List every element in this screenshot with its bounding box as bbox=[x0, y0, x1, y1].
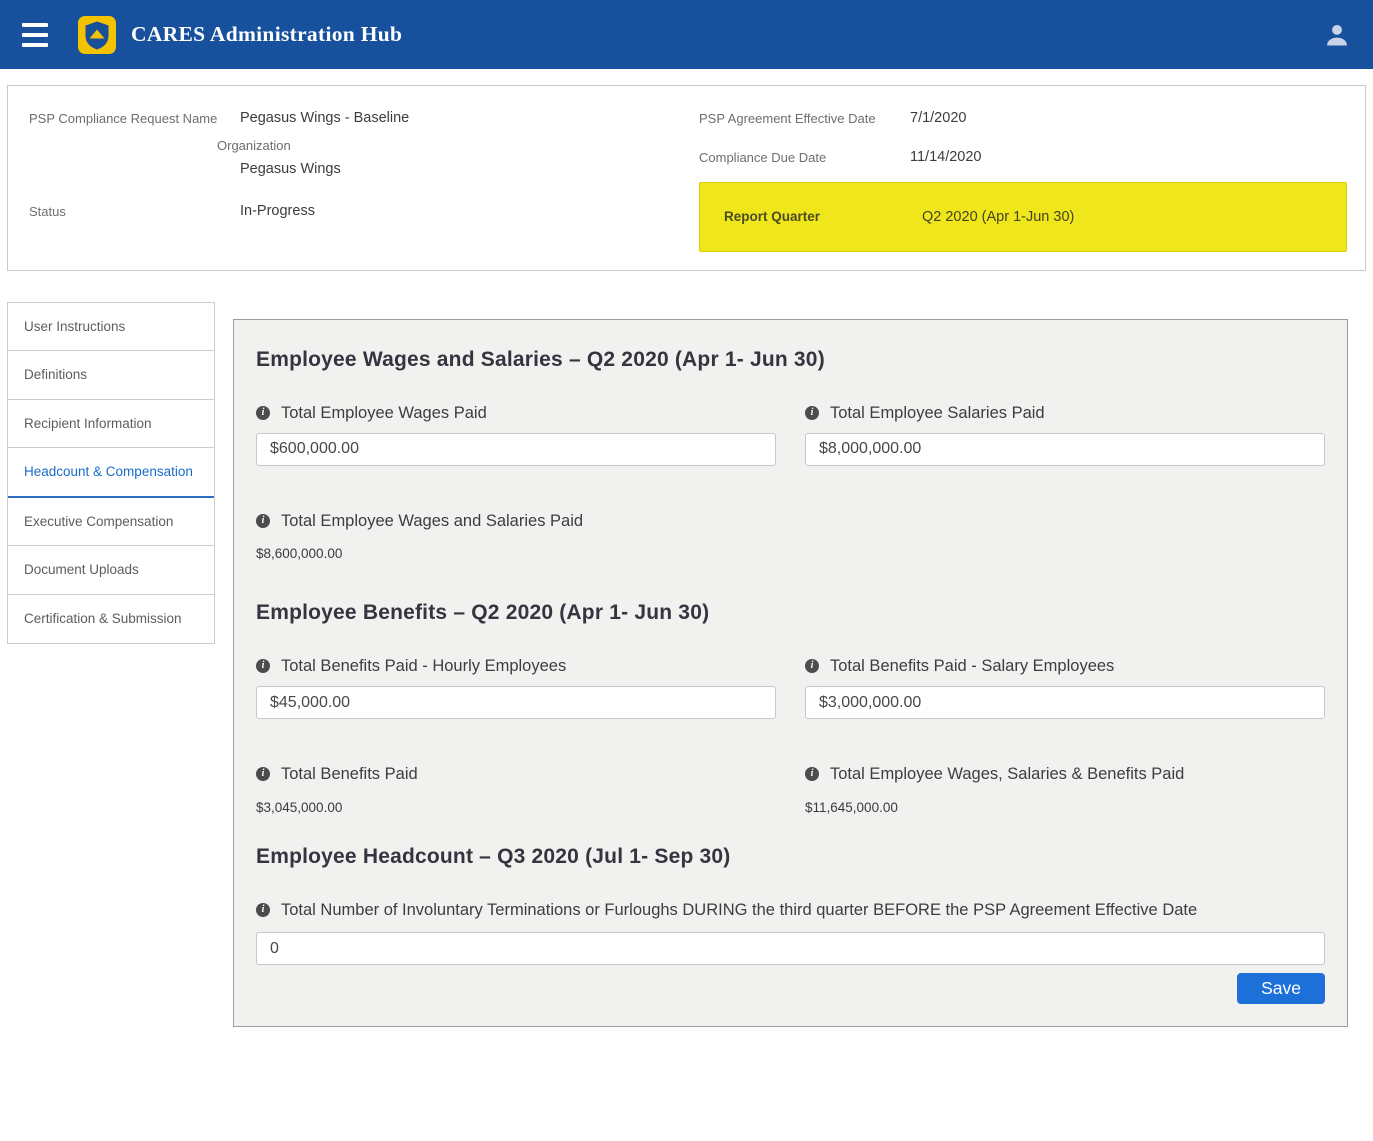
report-quarter-label: Report Quarter bbox=[724, 209, 922, 224]
info-icon[interactable]: i bbox=[805, 406, 819, 420]
terminations-input[interactable] bbox=[256, 932, 1325, 965]
sidebar-item-headcount-compensation[interactable]: Headcount & Compensation bbox=[8, 448, 214, 498]
report-quarter-highlight: Report Quarter Q2 2020 (Apr 1-Jun 30) bbox=[699, 182, 1347, 252]
compliance-summary-panel: PSP Compliance Request Name Pegasus Wing… bbox=[7, 85, 1366, 271]
hourly-benefits-field: i Total Benefits Paid - Hourly Employees bbox=[256, 655, 776, 719]
info-icon[interactable]: i bbox=[256, 903, 270, 917]
user-avatar-icon[interactable] bbox=[1323, 21, 1351, 49]
wages-paid-label: Total Employee Wages Paid bbox=[281, 402, 487, 424]
hourly-benefits-input[interactable] bbox=[256, 686, 776, 719]
hamburger-menu-icon[interactable] bbox=[22, 23, 52, 47]
total-compensation-field: i Total Employee Wages, Salaries & Benef… bbox=[805, 763, 1325, 814]
save-button[interactable]: Save bbox=[1237, 973, 1325, 1004]
info-icon[interactable]: i bbox=[256, 514, 270, 528]
effective-date-value: 7/1/2020 bbox=[910, 108, 966, 128]
section-title-wages-salaries: Employee Wages and Salaries – Q2 2020 (A… bbox=[256, 348, 1325, 372]
total-wages-salaries-field: i Total Employee Wages and Salaries Paid… bbox=[256, 510, 1325, 561]
section-title-headcount: Employee Headcount – Q3 2020 (Jul 1- Sep… bbox=[256, 845, 1325, 869]
due-date-label: Compliance Due Date bbox=[699, 147, 910, 168]
topbar: CARES Administration Hub bbox=[0, 0, 1373, 69]
info-icon[interactable]: i bbox=[805, 767, 819, 781]
terminations-label: Total Number of Involuntary Terminations… bbox=[281, 899, 1197, 921]
app-title: CARES Administration Hub bbox=[131, 22, 402, 47]
sidebar-item-definitions[interactable]: Definitions bbox=[8, 351, 214, 400]
total-wages-salaries-value: $8,600,000.00 bbox=[256, 546, 1325, 561]
wages-paid-field: i Total Employee Wages Paid bbox=[256, 402, 776, 466]
info-icon[interactable]: i bbox=[805, 659, 819, 673]
info-icon[interactable]: i bbox=[256, 767, 270, 781]
status-value: In-Progress bbox=[240, 201, 315, 221]
section-title-benefits: Employee Benefits – Q2 2020 (Apr 1- Jun … bbox=[256, 601, 1325, 625]
app-logo-icon bbox=[78, 16, 116, 54]
headcount-compensation-form: Employee Wages and Salaries – Q2 2020 (A… bbox=[233, 319, 1348, 1027]
summary-right-column: PSP Agreement Effective Date 7/1/2020 Co… bbox=[699, 108, 1365, 252]
info-icon[interactable]: i bbox=[256, 406, 270, 420]
request-name-label: PSP Compliance Request Name bbox=[29, 108, 240, 129]
total-compensation-value: $11,645,000.00 bbox=[805, 800, 1325, 815]
report-quarter-value: Q2 2020 (Apr 1-Jun 30) bbox=[922, 209, 1074, 225]
terminations-field: i Total Number of Involuntary Terminatio… bbox=[256, 899, 1325, 965]
due-date-value: 11/14/2020 bbox=[910, 147, 982, 167]
hourly-benefits-label: Total Benefits Paid - Hourly Employees bbox=[281, 655, 566, 677]
sidebar-item-user-instructions[interactable]: User Instructions bbox=[8, 303, 214, 352]
info-icon[interactable]: i bbox=[256, 659, 270, 673]
total-benefits-value: $3,045,000.00 bbox=[256, 800, 776, 815]
request-name-value: Pegasus Wings - Baseline bbox=[240, 108, 409, 128]
sidebar-item-certification-submission[interactable]: Certification & Submission bbox=[8, 595, 214, 644]
salary-benefits-field: i Total Benefits Paid - Salary Employees bbox=[805, 655, 1325, 719]
salaries-paid-input[interactable] bbox=[805, 433, 1325, 466]
sidebar-item-recipient-information[interactable]: Recipient Information bbox=[8, 400, 214, 449]
total-compensation-label: Total Employee Wages, Salaries & Benefit… bbox=[830, 763, 1184, 785]
content-area: User Instructions Definitions Recipient … bbox=[7, 302, 1348, 1027]
total-benefits-label: Total Benefits Paid bbox=[281, 763, 418, 785]
sidebar-item-executive-compensation[interactable]: Executive Compensation bbox=[8, 498, 214, 547]
organization-value: Pegasus Wings bbox=[240, 159, 699, 179]
salaries-paid-field: i Total Employee Salaries Paid bbox=[805, 402, 1325, 466]
organization-label: Organization bbox=[217, 135, 699, 156]
salaries-paid-label: Total Employee Salaries Paid bbox=[830, 402, 1045, 424]
summary-left-column: PSP Compliance Request Name Pegasus Wing… bbox=[29, 108, 699, 252]
total-benefits-field: i Total Benefits Paid $3,045,000.00 bbox=[256, 763, 776, 814]
salary-benefits-label: Total Benefits Paid - Salary Employees bbox=[830, 655, 1114, 677]
sidebar-item-document-uploads[interactable]: Document Uploads bbox=[8, 546, 214, 595]
status-label: Status bbox=[29, 201, 240, 222]
effective-date-label: PSP Agreement Effective Date bbox=[699, 108, 910, 129]
sidebar-nav: User Instructions Definitions Recipient … bbox=[7, 302, 215, 644]
total-wages-salaries-label: Total Employee Wages and Salaries Paid bbox=[281, 510, 583, 532]
wages-paid-input[interactable] bbox=[256, 433, 776, 466]
salary-benefits-input[interactable] bbox=[805, 686, 1325, 719]
